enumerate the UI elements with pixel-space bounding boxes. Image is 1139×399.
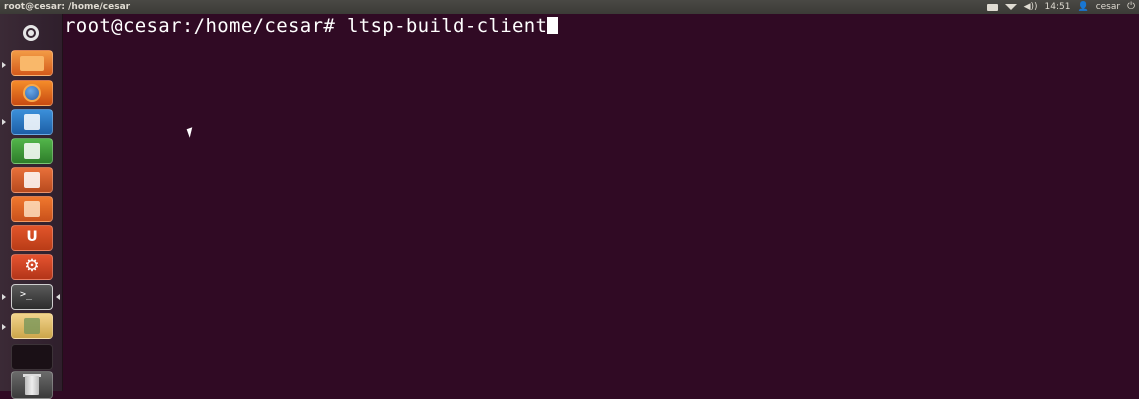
volume-icon[interactable]: ◀))	[1024, 0, 1038, 14]
running-indicator	[2, 294, 6, 300]
update-manager-icon[interactable]	[11, 313, 53, 339]
trash-icon[interactable]	[11, 371, 53, 399]
workspaces-icon[interactable]	[11, 344, 53, 370]
shell-prompt: root@cesar:/home/cesar#	[64, 15, 347, 37]
settings-icon[interactable]: ⚙	[11, 254, 53, 280]
command-line[interactable]: root@cesar:/home/cesar# ltsp-build-clien…	[64, 15, 559, 37]
network-icon[interactable]	[1004, 4, 1017, 10]
gear-glyph: ⚙	[24, 256, 40, 276]
top-panel: root@cesar: /home/cesar ◀)) 14:51 👤 cesa…	[0, 0, 1139, 14]
user-name[interactable]: cesar	[1096, 0, 1120, 14]
window-title: root@cesar: /home/cesar	[4, 2, 131, 12]
terminal-icon[interactable]: >_	[11, 284, 53, 310]
launcher: U ⚙ >_	[0, 14, 63, 399]
text-cursor	[547, 17, 559, 34]
calc-icon[interactable]	[11, 138, 53, 164]
package-shape	[24, 318, 40, 334]
presentation-shape	[24, 172, 40, 188]
dash-home-icon[interactable]	[14, 21, 48, 47]
document-shape	[24, 114, 40, 130]
firefox-icon[interactable]	[11, 80, 53, 106]
running-indicator	[2, 324, 6, 330]
running-indicator	[2, 62, 6, 68]
mail-icon[interactable]	[986, 3, 998, 11]
clock[interactable]: 14:51	[1045, 0, 1071, 14]
writer-icon[interactable]	[11, 109, 53, 135]
u-glyph: U	[26, 229, 38, 245]
globe-shape	[23, 84, 41, 102]
folder-shape	[20, 56, 44, 71]
ubuntu-logo-dot	[28, 30, 34, 36]
software-center-icon[interactable]	[11, 196, 53, 222]
running-indicator	[2, 119, 6, 125]
command-text: ltsp-build-client	[346, 15, 548, 37]
spreadsheet-shape	[24, 143, 40, 159]
user-icon: 👤	[1077, 2, 1089, 12]
indicator-tray: ◀)) 14:51 👤 cesar ⏻	[986, 0, 1135, 14]
terminal-area[interactable]: root@cesar:/home/cesar# ltsp-build-clien…	[62, 14, 1139, 391]
power-icon[interactable]: ⏻	[1127, 0, 1135, 14]
focused-indicator	[56, 294, 60, 300]
ubuntu-one-icon[interactable]: U	[11, 225, 53, 251]
impress-icon[interactable]	[11, 167, 53, 193]
trash-can	[25, 376, 39, 395]
bag-shape	[24, 201, 40, 217]
terminal-glyph: >_	[20, 289, 33, 300]
files-icon[interactable]	[11, 50, 53, 76]
